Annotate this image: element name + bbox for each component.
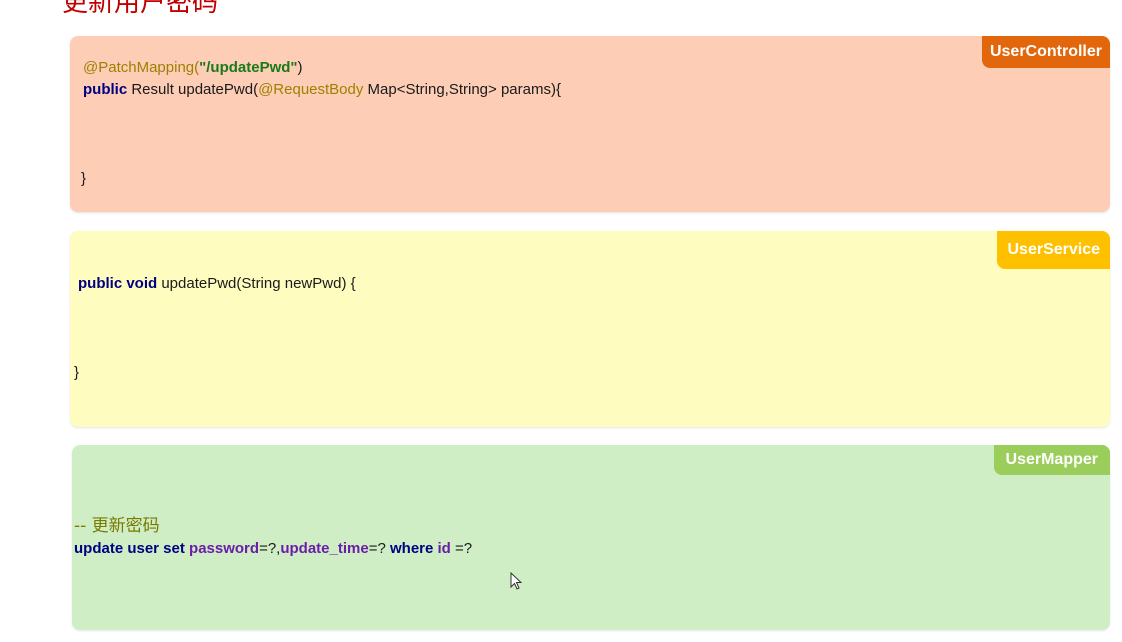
- sql-update-statement: update user set password=?,update_time=?…: [74, 538, 472, 560]
- controller-method-signature: public Result updatePwd(@RequestBody Map…: [83, 79, 561, 101]
- patch-mapping-annotation: @PatchMapping(: [83, 59, 200, 76]
- sql-update-time-field: update_time: [280, 540, 369, 557]
- sql-where-keyword: where: [389, 540, 434, 557]
- sql-param-1: =?,: [259, 540, 281, 557]
- method-signature-text: Result updatePwd(: [127, 81, 259, 98]
- user-service-panel: UserService: [70, 231, 1110, 427]
- update-pwd-path-string: "/updatePwd": [199, 59, 298, 76]
- mouse-pointer-icon: [510, 572, 522, 590]
- service-method-signature: public void updatePwd(String newPwd) {: [78, 273, 356, 295]
- params-text: Map<String,String> params){: [363, 81, 561, 98]
- user-service-tag: UserService: [997, 231, 1110, 269]
- controller-closing-brace: }: [81, 170, 87, 187]
- page-title: 更新用户密码: [62, 0, 219, 18]
- service-closing-brace: }: [74, 364, 80, 381]
- sql-id-field: id: [433, 540, 451, 557]
- sql-param-2: =?: [368, 540, 390, 557]
- sql-comment: -- 更新密码: [74, 516, 160, 536]
- sql-update-keyword: update user set: [74, 540, 185, 557]
- request-body-annotation: @RequestBody: [258, 81, 364, 98]
- user-controller-tag: UserController: [981, 36, 1110, 68]
- annotation-close-paren: ): [297, 59, 303, 76]
- user-mapper-tag: UserMapper: [993, 445, 1110, 475]
- controller-annotation-line: @PatchMapping("/updatePwd"): [83, 57, 303, 79]
- sql-param-3: =?: [450, 540, 473, 557]
- service-signature-text: updatePwd(String newPwd) {: [157, 275, 356, 292]
- public-void-keyword: public void: [78, 275, 158, 292]
- sql-password-field: password: [184, 540, 260, 557]
- public-keyword: public: [83, 81, 128, 98]
